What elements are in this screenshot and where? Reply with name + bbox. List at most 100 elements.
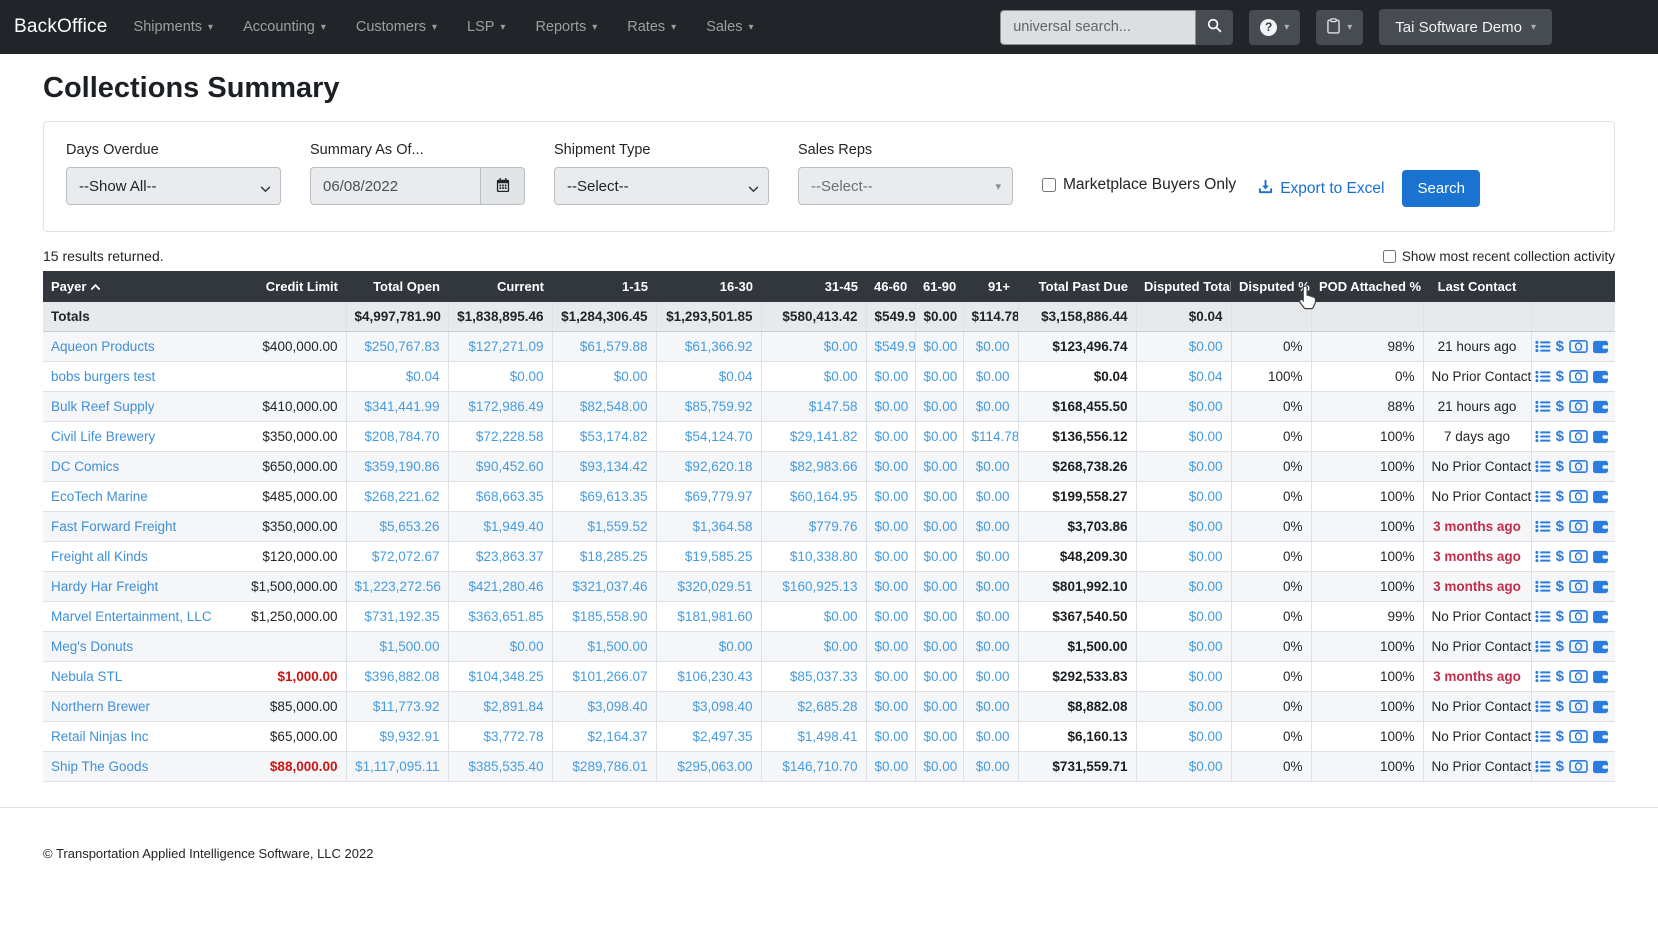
list-icon[interactable] (1535, 758, 1551, 775)
shipment-type-select[interactable]: --Select-- (554, 167, 769, 205)
column-header-31-45[interactable]: 31-45 (761, 271, 866, 302)
search-button[interactable]: Search (1402, 170, 1480, 207)
dollar-icon[interactable]: $ (1555, 398, 1565, 415)
nav-item-reports[interactable]: Reports ▾ (535, 19, 597, 35)
user-menu-button[interactable]: Tai Software Demo ▾ (1379, 9, 1552, 45)
dollar-icon[interactable]: $ (1555, 548, 1565, 565)
column-header-credit-limit[interactable]: Credit Limit (241, 271, 346, 302)
days-overdue-select[interactable]: --Show All-- (66, 167, 281, 205)
nav-item-shipments[interactable]: Shipments ▾ (134, 19, 214, 35)
money-bill-icon[interactable] (1569, 728, 1588, 745)
export-to-excel-link[interactable]: Export to Excel (1258, 179, 1384, 199)
dollar-icon[interactable]: $ (1555, 368, 1565, 385)
nav-item-rates[interactable]: Rates ▾ (627, 19, 676, 35)
payer-link[interactable]: Ship The Goods (51, 759, 148, 774)
money-bill-icon[interactable] (1569, 398, 1588, 415)
column-header-total-past-due[interactable]: Total Past Due (1018, 271, 1136, 302)
money-bill-icon[interactable] (1569, 428, 1588, 445)
search-submit-button[interactable] (1196, 9, 1234, 45)
money-bill-icon[interactable] (1569, 518, 1588, 535)
money-bill-icon[interactable] (1569, 698, 1588, 715)
column-header-46-60[interactable]: 46-60 (866, 271, 915, 302)
list-icon[interactable] (1535, 458, 1551, 475)
marketplace-buyers-checkbox[interactable] (1042, 178, 1056, 192)
payer-link[interactable]: Civil Life Brewery (51, 429, 155, 444)
payer-link[interactable]: Freight all Kinds (51, 549, 148, 564)
dollar-icon[interactable]: $ (1555, 608, 1565, 625)
payer-link[interactable]: Northern Brewer (51, 699, 150, 714)
wallet-icon[interactable] (1592, 728, 1609, 745)
list-icon[interactable] (1535, 488, 1551, 505)
payer-link[interactable]: EcoTech Marine (51, 489, 148, 504)
list-icon[interactable] (1535, 338, 1551, 355)
list-icon[interactable] (1535, 638, 1551, 655)
date-picker-button[interactable] (480, 167, 525, 205)
column-header-payer[interactable]: Payer (43, 271, 241, 302)
payer-link[interactable]: DC Comics (51, 459, 119, 474)
list-icon[interactable] (1535, 608, 1551, 625)
wallet-icon[interactable] (1592, 338, 1609, 355)
column-header-last-contact[interactable]: Last Contact (1423, 271, 1531, 302)
dollar-icon[interactable]: $ (1555, 488, 1565, 505)
dollar-icon[interactable]: $ (1555, 698, 1565, 715)
dollar-icon[interactable]: $ (1555, 758, 1565, 775)
payer-link[interactable]: Marvel Entertainment, LLC (51, 609, 212, 624)
payer-link[interactable]: Fast Forward Freight (51, 519, 176, 534)
dollar-icon[interactable]: $ (1555, 578, 1565, 595)
dollar-icon[interactable]: $ (1555, 518, 1565, 535)
wallet-icon[interactable] (1592, 668, 1609, 685)
payer-link[interactable]: bobs burgers test (51, 369, 155, 384)
column-header-disputed-total[interactable]: Disputed Total (1136, 271, 1231, 302)
dollar-icon[interactable]: $ (1555, 338, 1565, 355)
money-bill-icon[interactable] (1569, 338, 1588, 355)
money-bill-icon[interactable] (1569, 668, 1588, 685)
column-header-16-30[interactable]: 16-30 (656, 271, 761, 302)
list-icon[interactable] (1535, 578, 1551, 595)
payer-link[interactable]: Nebula STL (51, 669, 122, 684)
money-bill-icon[interactable] (1569, 638, 1588, 655)
money-bill-icon[interactable] (1569, 758, 1588, 775)
money-bill-icon[interactable] (1569, 368, 1588, 385)
wallet-icon[interactable] (1592, 398, 1609, 415)
list-icon[interactable] (1535, 668, 1551, 685)
column-header-pod-attached-[interactable]: POD Attached % (1311, 271, 1423, 302)
money-bill-icon[interactable] (1569, 608, 1588, 625)
column-header-total-open[interactable]: Total Open (346, 271, 448, 302)
dollar-icon[interactable]: $ (1555, 728, 1565, 745)
dollar-icon[interactable]: $ (1555, 668, 1565, 685)
money-bill-icon[interactable] (1569, 488, 1588, 505)
money-bill-icon[interactable] (1569, 458, 1588, 475)
wallet-icon[interactable] (1592, 428, 1609, 445)
show-recent-checkbox[interactable] (1382, 250, 1396, 263)
wallet-icon[interactable] (1592, 458, 1609, 475)
nav-item-lsp[interactable]: LSP ▾ (467, 19, 505, 35)
list-icon[interactable] (1535, 698, 1551, 715)
dollar-icon[interactable]: $ (1555, 638, 1565, 655)
wallet-icon[interactable] (1592, 578, 1609, 595)
search-input[interactable] (1000, 9, 1197, 45)
wallet-icon[interactable] (1592, 518, 1609, 535)
money-bill-icon[interactable] (1569, 578, 1588, 595)
payer-link[interactable]: Retail Ninjas Inc (51, 729, 149, 744)
list-icon[interactable] (1535, 548, 1551, 565)
brand-logo[interactable]: BackOffice (14, 16, 108, 38)
nav-item-customers[interactable]: Customers ▾ (356, 19, 437, 35)
column-header-current[interactable]: Current (448, 271, 552, 302)
nav-item-sales[interactable]: Sales ▾ (706, 19, 753, 35)
list-icon[interactable] (1535, 728, 1551, 745)
help-menu-button[interactable]: ? ▾ (1249, 9, 1301, 45)
wallet-icon[interactable] (1592, 488, 1609, 505)
wallet-icon[interactable] (1592, 608, 1609, 625)
summary-as-of-input[interactable] (310, 167, 480, 205)
payer-link[interactable]: Bulk Reef Supply (51, 399, 155, 414)
column-header-1-15[interactable]: 1-15 (552, 271, 656, 302)
money-bill-icon[interactable] (1569, 548, 1588, 565)
column-header-91-[interactable]: 91+ (963, 271, 1018, 302)
wallet-icon[interactable] (1592, 758, 1609, 775)
wallet-icon[interactable] (1592, 698, 1609, 715)
nav-item-accounting[interactable]: Accounting ▾ (243, 19, 326, 35)
list-icon[interactable] (1535, 398, 1551, 415)
sales-reps-select[interactable]: --Select-- (798, 167, 1013, 205)
column-header-61-90[interactable]: 61-90 (915, 271, 963, 302)
payer-link[interactable]: Meg's Donuts (51, 639, 133, 654)
